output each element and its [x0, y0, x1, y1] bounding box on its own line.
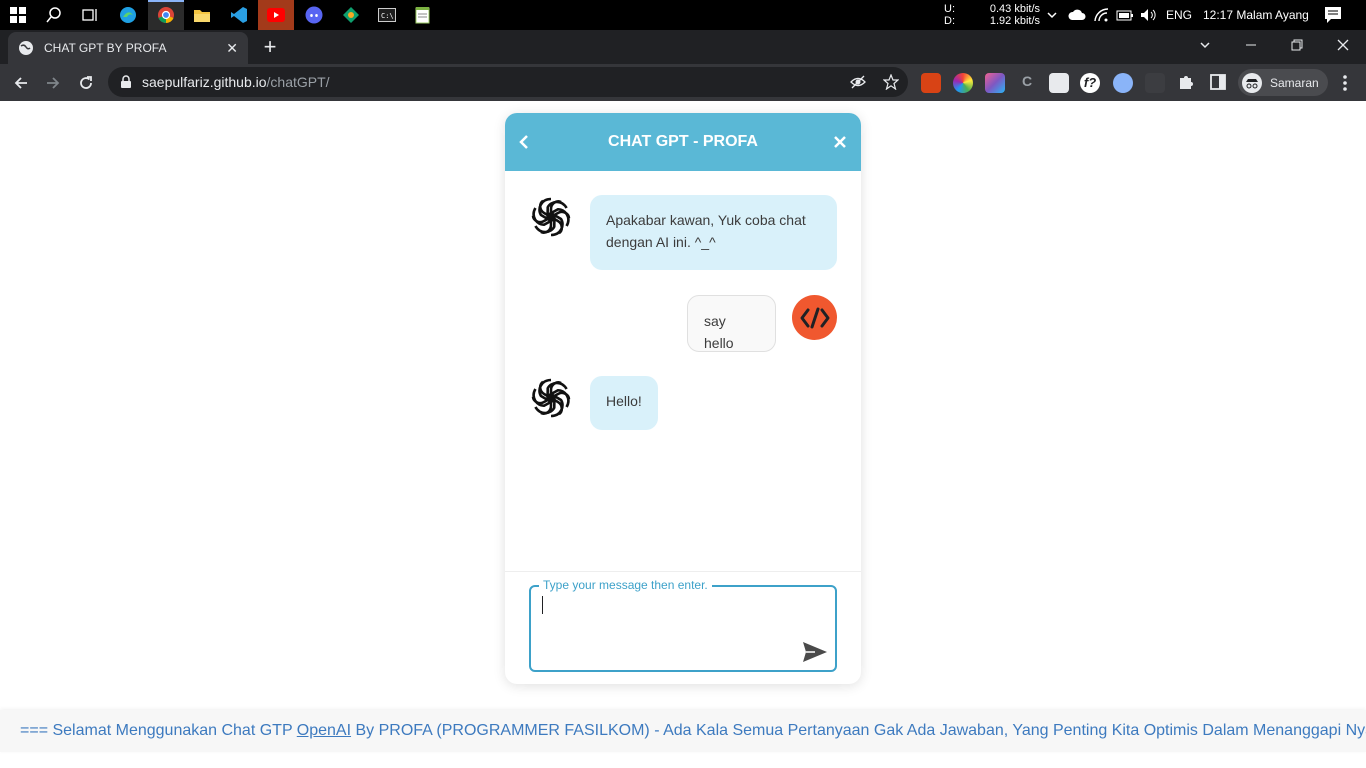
net-up-label: U: — [944, 3, 955, 15]
volume-icon[interactable] — [1140, 0, 1158, 30]
eye-slash-icon[interactable] — [850, 74, 866, 90]
chrome-icon[interactable] — [148, 0, 184, 30]
terminal-icon[interactable]: C:\ — [369, 0, 405, 30]
extensions-puzzle-icon[interactable] — [1177, 73, 1197, 93]
onedrive-cloud-icon[interactable] — [1068, 0, 1086, 30]
tab-title: CHAT GPT BY PROFA — [44, 41, 167, 55]
announcement-marquee: === Selamat Menggunakan Chat GTP OpenAI … — [0, 710, 1366, 752]
network-labels: U: D: — [944, 3, 955, 27]
file-explorer-icon[interactable] — [184, 0, 220, 30]
extension-3-icon[interactable] — [985, 73, 1005, 93]
tab-search-chevron-icon[interactable] — [1182, 30, 1228, 60]
send-icon[interactable] — [801, 640, 829, 664]
edge-icon[interactable] — [110, 0, 146, 30]
marquee-prefix: === Selamat Menggunakan Chat GTP — [20, 722, 297, 739]
chat-header: CHAT GPT - PROFA — [505, 113, 861, 171]
tab-close-icon[interactable]: ✕ — [226, 40, 238, 57]
user-avatar — [792, 295, 837, 340]
message-list: Apakabar kawan, Yuk coba chat dengan AI … — [505, 171, 861, 571]
marquee-text: === Selamat Menggunakan Chat GTP OpenAI … — [20, 722, 1366, 740]
openai-logo-icon — [531, 197, 571, 237]
chat-title: CHAT GPT - PROFA — [608, 133, 758, 150]
back-chevron-icon[interactable] — [513, 131, 535, 153]
url-path: /chatGPT/ — [266, 74, 330, 90]
extension-1-icon[interactable] — [921, 73, 941, 93]
search-icon[interactable] — [36, 0, 72, 30]
restore-button[interactable] — [1274, 30, 1320, 60]
notepad-icon[interactable] — [405, 0, 441, 30]
message-input[interactable] — [541, 601, 791, 661]
browser-tab-strip: CHAT GPT BY PROFA ✕ + — [0, 30, 1366, 64]
language-indicator[interactable]: ENG — [1166, 0, 1192, 30]
windows-taskbar: C:\ U: D: 0.43 kbit/s 1.92 kbit/s ENG 12… — [0, 0, 1366, 30]
chat-widget: CHAT GPT - PROFA Apakabar kawan, Yuk cob… — [505, 113, 861, 684]
incognito-profile-button[interactable]: Samaran — [1238, 69, 1328, 96]
ai-message-bubble: Apakabar kawan, Yuk coba chat dengan AI … — [590, 195, 837, 270]
url-text: saepulfariz.github.io/chatGPT/ — [142, 74, 330, 90]
wifi-icon[interactable] — [1094, 0, 1110, 30]
extension-8-icon[interactable] — [1145, 73, 1165, 93]
url-host: saepulfariz.github.io — [142, 74, 267, 90]
tab-chat-gpt[interactable]: CHAT GPT BY PROFA ✕ — [8, 32, 248, 64]
user-message-bubble: say hello — [687, 295, 776, 352]
browser-toolbar: saepulfariz.github.io/chatGPT/ C f? Sama… — [0, 64, 1366, 101]
code-tag-icon — [800, 307, 829, 328]
vscode-icon[interactable] — [221, 0, 257, 30]
reload-icon[interactable] — [73, 70, 99, 96]
network-values: 0.43 kbit/s 1.92 kbit/s — [984, 3, 1040, 27]
chevron-up-icon[interactable] — [1046, 0, 1058, 30]
formula-extension-icon[interactable]: f? — [1080, 73, 1100, 93]
side-panel-icon[interactable] — [1209, 73, 1229, 93]
bookmark-star-icon[interactable] — [883, 74, 899, 90]
task-view-icon[interactable] — [72, 0, 108, 30]
youtube-icon[interactable] — [258, 0, 294, 30]
notification-center-icon[interactable] — [1324, 0, 1342, 30]
profile-name: Samaran — [1270, 75, 1319, 90]
windows-start-icon[interactable] — [0, 0, 36, 30]
new-tab-button[interactable]: + — [258, 36, 282, 60]
extension-7-icon[interactable] — [1113, 73, 1133, 93]
clock[interactable]: 12:17 Malam Ayang — [1203, 0, 1309, 30]
extension-5-icon[interactable] — [1049, 73, 1069, 93]
marquee-suffix: By PROFA (PROGRAMMER FASILKOM) - Ada Kal… — [351, 722, 1366, 739]
openai-link[interactable]: OpenAI — [297, 722, 351, 739]
net-down-label: D: — [944, 15, 955, 27]
battery-icon[interactable] — [1116, 0, 1134, 30]
forward-arrow-icon[interactable] — [40, 70, 66, 96]
minimize-button[interactable] — [1228, 30, 1274, 60]
net-down-value: 1.92 kbit/s — [989, 15, 1040, 27]
input-divider — [505, 571, 861, 572]
discord-icon[interactable] — [296, 0, 332, 30]
incognito-icon — [1242, 72, 1262, 93]
color-picker-icon[interactable] — [953, 73, 973, 93]
close-window-button[interactable] — [1320, 30, 1366, 60]
more-menu-icon[interactable] — [1332, 70, 1358, 96]
lock-icon[interactable] — [120, 75, 132, 89]
message-input-label: Type your message then enter. — [539, 578, 712, 592]
back-arrow-icon[interactable] — [8, 70, 34, 96]
message-input-container[interactable]: Type your message then enter. — [529, 578, 837, 672]
net-up-value: 0.43 kbit/s — [989, 3, 1040, 15]
git-kraken-icon[interactable] — [333, 0, 369, 30]
globe-icon — [19, 41, 33, 55]
ai-message-bubble: Hello! — [590, 376, 658, 430]
address-bar[interactable]: saepulfariz.github.io/chatGPT/ — [108, 67, 908, 97]
svg-text:C:\: C:\ — [381, 12, 394, 20]
openai-logo-icon — [531, 378, 571, 418]
close-icon[interactable] — [829, 131, 851, 153]
extension-css-icon[interactable]: C — [1017, 73, 1037, 93]
